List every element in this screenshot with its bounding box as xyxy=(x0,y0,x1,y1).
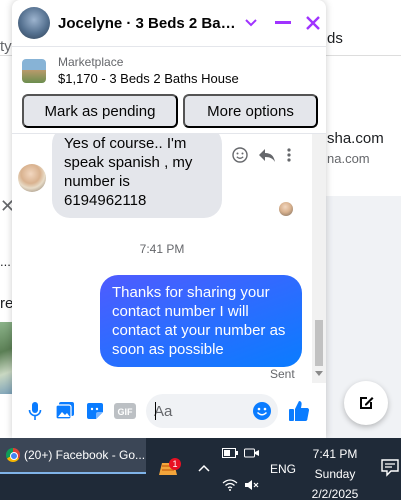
clock-date: 2/2/2025 xyxy=(311,487,359,500)
new-message-button[interactable] xyxy=(344,381,388,425)
active-app-indicator xyxy=(0,472,146,474)
sender-avatar[interactable] xyxy=(18,164,46,192)
message-status: Sent xyxy=(270,367,295,381)
taskbar-app-chrome[interactable]: (20+) Facebook - Go... xyxy=(0,438,146,472)
more-vertical-icon[interactable] xyxy=(286,147,292,163)
sticker-icon[interactable] xyxy=(80,396,110,426)
wifi-icon[interactable] xyxy=(222,478,238,492)
avatar[interactable] xyxy=(18,7,50,39)
message-input[interactable] xyxy=(154,402,250,420)
background-search-fragment: ty xyxy=(0,38,12,55)
camera-icon[interactable] xyxy=(244,446,260,460)
taskbar-clock[interactable]: 7:41 PM Sunday 2/2/2025 xyxy=(300,444,370,500)
chevron-down-icon[interactable] xyxy=(238,10,264,36)
scroll-down-arrow[interactable] xyxy=(315,371,323,376)
background-right-card xyxy=(326,56,401,196)
background-email-fragment-2: na.com xyxy=(327,151,370,166)
minimize-icon[interactable] xyxy=(270,10,296,36)
message-composer: GIF xyxy=(12,390,326,432)
read-receipt-avatar xyxy=(279,202,293,216)
message-input-wrapper[interactable] xyxy=(146,394,278,428)
clock-day: Sunday xyxy=(314,467,356,481)
taskbar-app-label: (20+) Facebook - Go... xyxy=(24,448,146,462)
reply-icon[interactable] xyxy=(258,147,276,163)
background-thumbnail xyxy=(0,322,12,394)
outgoing-message-bubble[interactable]: Thanks for sharing your contact number I… xyxy=(100,275,302,367)
background-email-fragment: sha.com xyxy=(327,130,384,147)
incoming-message-bubble[interactable]: Yes of course.. I'm speak spanish , my n… xyxy=(52,134,222,218)
svg-text:GIF: GIF xyxy=(118,407,134,417)
background-right-fragment: ds xyxy=(327,30,343,47)
volume-muted-icon[interactable] xyxy=(244,478,260,492)
chat-title[interactable]: Jocelyne · 3 Beds 2 Baths ... xyxy=(58,15,238,32)
input-language[interactable]: ENG xyxy=(270,462,296,476)
chat-header[interactable]: Jocelyne · 3 Beds 2 Baths ... xyxy=(12,0,326,46)
message-timestamp: 7:41 PM xyxy=(139,242,185,256)
listing-thumbnail[interactable] xyxy=(22,58,46,83)
text-cursor xyxy=(155,402,156,420)
image-icon[interactable] xyxy=(50,396,80,426)
scrollbar-thumb[interactable] xyxy=(315,320,323,366)
mark-as-pending-button[interactable]: Mark as pending xyxy=(22,94,178,128)
battery-icon[interactable] xyxy=(222,446,238,460)
microphone-icon[interactable] xyxy=(20,396,50,426)
chevron-up-icon xyxy=(198,464,210,472)
listing-title[interactable]: $1,170 - 3 Beds 2 Baths House xyxy=(58,71,239,86)
more-options-button[interactable]: More options xyxy=(183,94,318,128)
react-emoji-icon[interactable] xyxy=(232,147,248,163)
emoji-icon[interactable] xyxy=(252,401,272,421)
compose-icon xyxy=(360,397,374,409)
background-ellipsis: ... xyxy=(0,254,11,269)
scrollbar[interactable] xyxy=(312,134,326,383)
notification-icon xyxy=(381,459,399,477)
message-thread[interactable]: Yes of course.. I'm speak spanish , my n… xyxy=(12,133,326,383)
marketplace-listing-bar[interactable]: Marketplace $1,170 - 3 Beds 2 Baths Hous… xyxy=(12,46,326,94)
listing-info: Marketplace $1,170 - 3 Beds 2 Baths Hous… xyxy=(58,55,239,86)
notification-badge: 1 xyxy=(169,458,181,470)
close-icon[interactable] xyxy=(300,10,326,36)
messenger-chat-window: Jocelyne · 3 Beds 2 Baths ... Marketplac… xyxy=(12,0,326,438)
chrome-icon xyxy=(6,448,20,462)
message-actions xyxy=(232,147,292,163)
gif-icon[interactable]: GIF xyxy=(110,396,140,426)
notifications-button[interactable] xyxy=(380,458,400,478)
listing-actions: Mark as pending More options xyxy=(22,94,318,130)
marketplace-label: Marketplace xyxy=(58,55,124,69)
clock-time: 7:41 PM xyxy=(312,447,358,461)
show-hidden-icons-button[interactable] xyxy=(196,460,212,476)
thumbs-up-icon[interactable] xyxy=(284,396,314,426)
